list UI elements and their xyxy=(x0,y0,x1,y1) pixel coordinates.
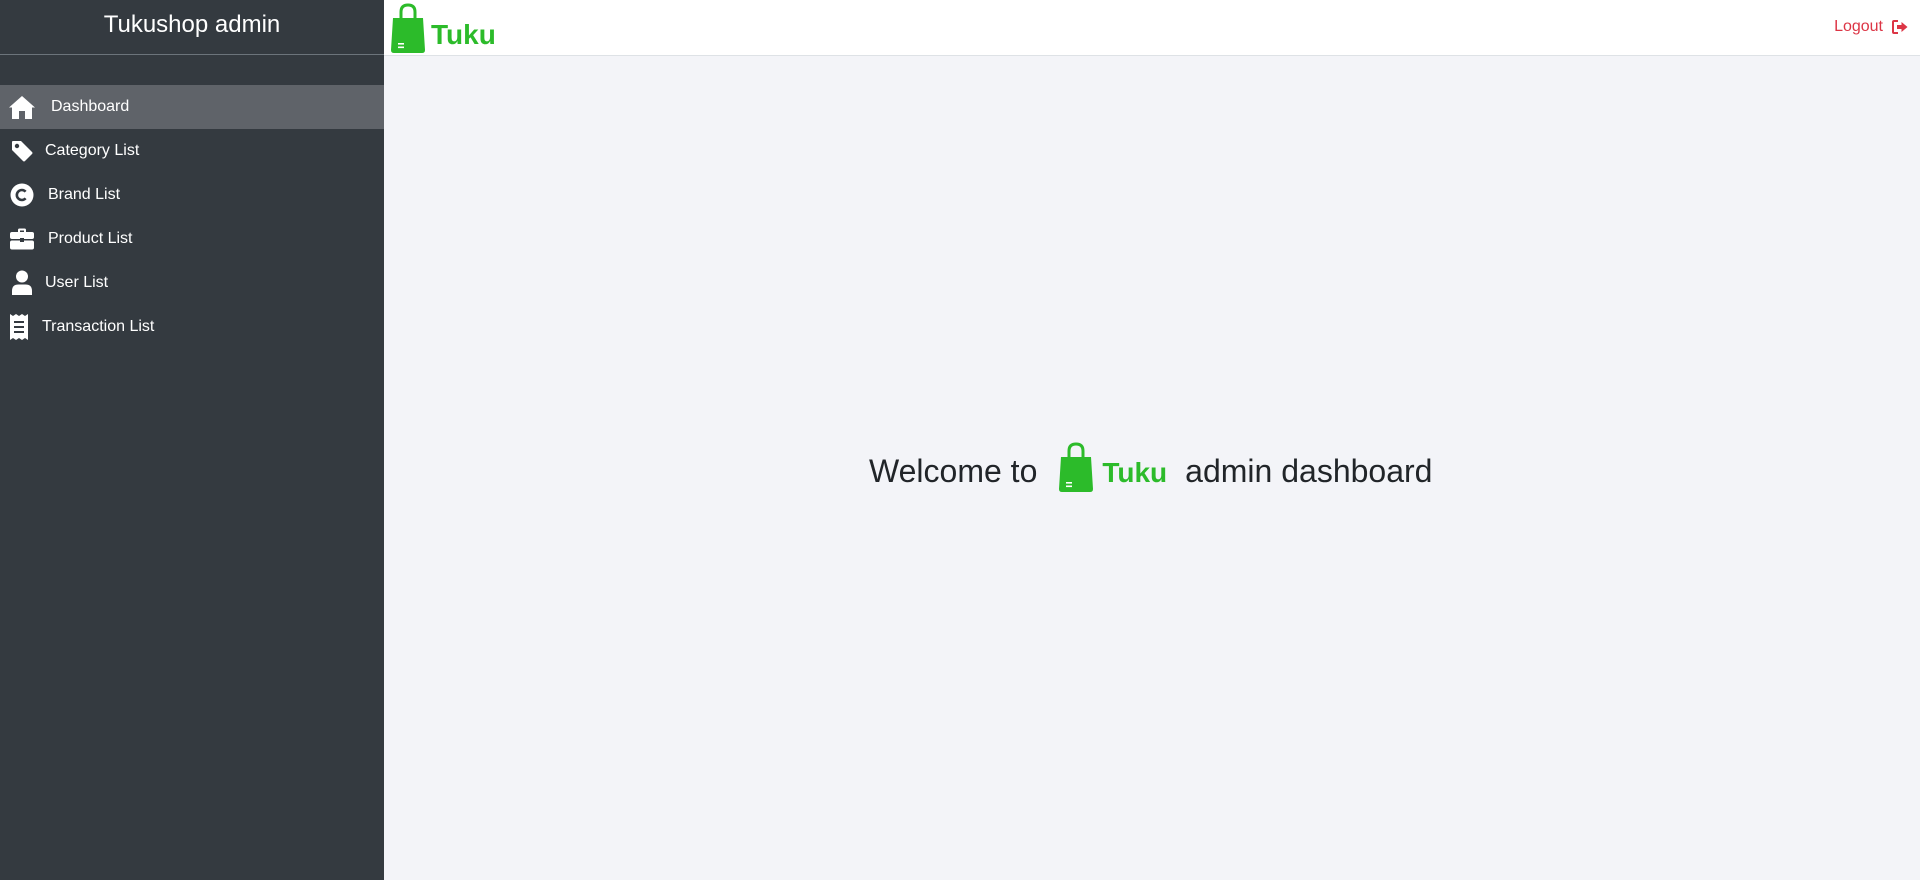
sidebar-title: Tukushop admin xyxy=(0,0,384,55)
home-icon xyxy=(7,92,37,122)
copyright-icon xyxy=(7,180,37,210)
tag-icon xyxy=(7,136,37,166)
sidebar-item-label: Product List xyxy=(48,230,133,247)
welcome-brand-logo: Tuku xyxy=(1057,441,1167,501)
sidebar-item-dashboard[interactable]: Dashboard xyxy=(0,85,384,129)
welcome-prefix: Welcome to xyxy=(869,452,1038,489)
sidebar-item-label: User List xyxy=(45,274,109,291)
sidebar-item-label: Category List xyxy=(45,142,140,159)
sidebar-nav: Dashboard Category List Brand List Produ… xyxy=(0,85,384,349)
shopping-bag-icon xyxy=(1057,441,1095,501)
sidebar-item-label: Dashboard xyxy=(51,98,130,115)
sidebar-item-brand-list[interactable]: Brand List xyxy=(0,173,384,217)
admin-app: Tukushop admin Dashboard Category List B… xyxy=(0,0,1920,880)
shopping-bag-icon xyxy=(390,2,426,59)
sidebar-item-transaction-list[interactable]: Transaction List xyxy=(0,305,384,349)
welcome-brand-name: Tuku xyxy=(1102,457,1168,488)
sidebar-item-label: Transaction List xyxy=(42,318,155,335)
receipt-icon xyxy=(4,312,34,342)
brand-name: Tuku xyxy=(431,18,496,50)
sidebar-item-category-list[interactable]: Category List xyxy=(0,129,384,173)
logout-button[interactable]: Logout xyxy=(1834,18,1908,36)
briefcase-icon xyxy=(7,224,37,254)
welcome-message: Welcome to Tuku admin dashboard xyxy=(869,441,1432,501)
sidebar-item-product-list[interactable]: Product List xyxy=(0,217,384,261)
brand-logo[interactable]: Tuku xyxy=(390,2,496,59)
main-content: Welcome to Tuku admin dashboard xyxy=(384,56,1920,880)
user-icon xyxy=(7,268,37,298)
logout-label: Logout xyxy=(1834,18,1883,35)
sidebar-item-label: Brand List xyxy=(48,186,121,203)
top-navbar: Tuku Logout xyxy=(384,0,1920,56)
sidebar-item-user-list[interactable]: User List xyxy=(0,261,384,305)
sidebar: Tukushop admin Dashboard Category List B… xyxy=(0,0,384,880)
sign-out-icon xyxy=(1892,20,1908,34)
welcome-suffix: admin dashboard xyxy=(1185,452,1433,489)
